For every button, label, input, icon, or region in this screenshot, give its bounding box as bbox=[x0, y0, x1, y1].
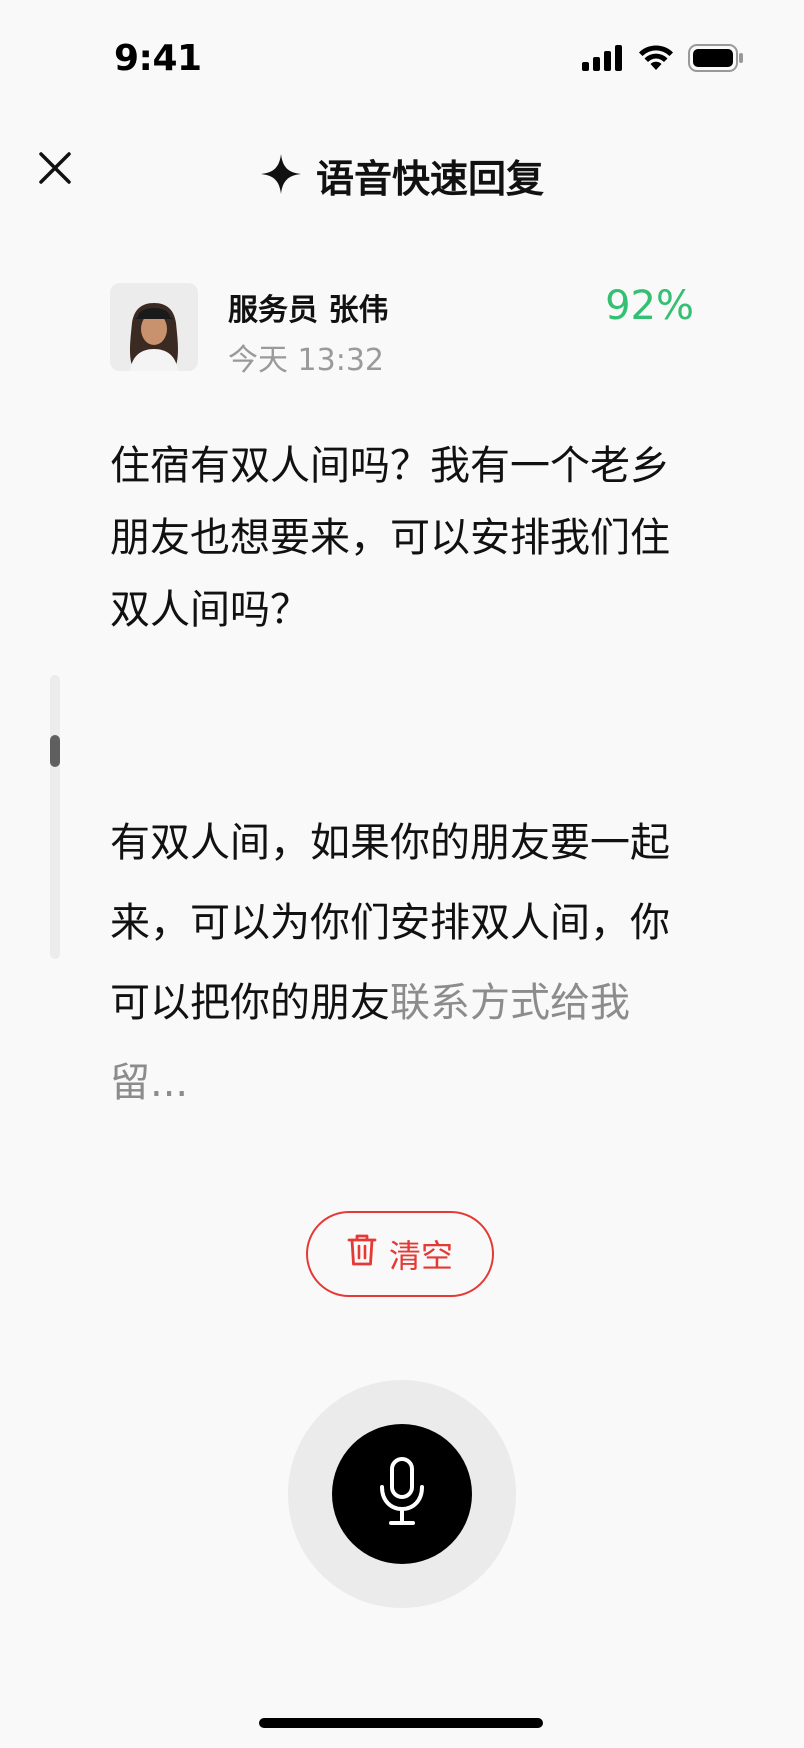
scrollbar-track[interactable] bbox=[50, 675, 60, 959]
sparkle-icon bbox=[260, 153, 302, 199]
status-icons bbox=[582, 44, 744, 76]
status-bar: 9:41 bbox=[0, 0, 804, 120]
status-time: 9:41 bbox=[114, 38, 202, 79]
confidence-score: 92% bbox=[605, 283, 694, 329]
message-timestamp: 今天 13:32 bbox=[228, 343, 384, 378]
home-indicator bbox=[259, 1718, 543, 1728]
title-wrap: 语音快速回复 bbox=[0, 148, 804, 203]
header: 语音快速回复 bbox=[0, 140, 804, 210]
avatar bbox=[110, 283, 198, 371]
wifi-icon bbox=[638, 44, 674, 76]
clear-label: 清空 bbox=[388, 1237, 453, 1275]
sender-name: 服务员 张伟 bbox=[228, 293, 389, 328]
question-text: 住宿有双人间吗？我有一个老乡朋友也想要来，可以安排我们住双人间吗？ bbox=[110, 443, 670, 633]
battery-icon bbox=[688, 44, 744, 76]
reply-text: 有双人间，如果你的朋友要一起来，可以为你们安排双人间，你可以把你的朋友联系方式给… bbox=[110, 803, 700, 1123]
trash-icon bbox=[347, 1233, 377, 1275]
microphone-button[interactable] bbox=[332, 1424, 472, 1564]
microphone-icon bbox=[376, 1457, 428, 1531]
clear-button[interactable]: 清空 bbox=[306, 1211, 494, 1297]
page-title: 语音快速回复 bbox=[315, 157, 544, 201]
sender-info: 服务员 张伟 今天 13:32 92% bbox=[110, 283, 694, 378]
signal-icon bbox=[582, 45, 624, 75]
scrollbar-thumb[interactable] bbox=[50, 735, 60, 767]
